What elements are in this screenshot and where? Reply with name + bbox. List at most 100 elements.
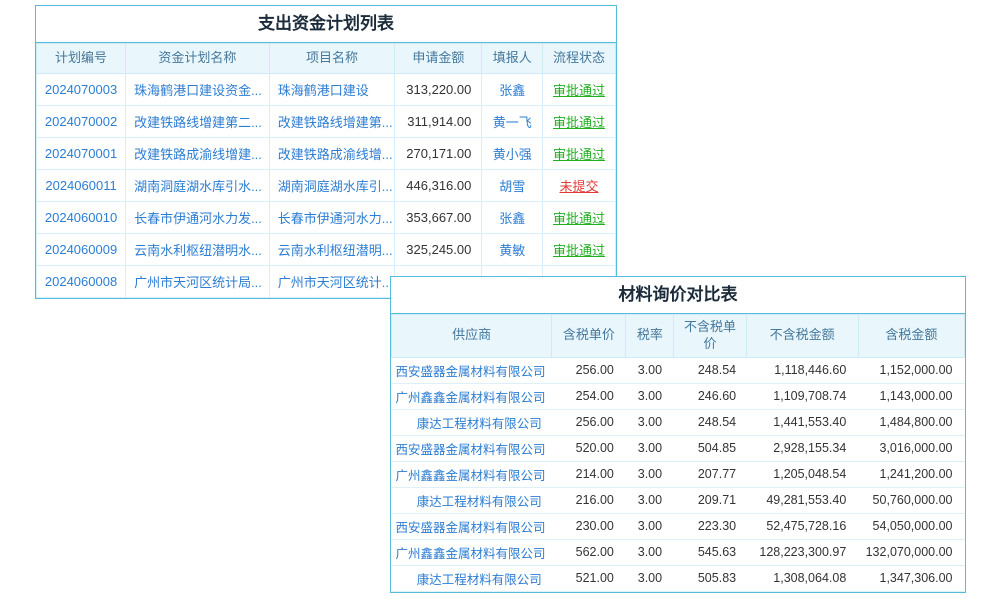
expense-plan-cell-project[interactable]: 湖南洞庭湖水库引... (269, 170, 395, 202)
material-quote-row: 广州鑫鑫金属材料有限公司254.003.00246.601,109,708.74… (392, 383, 965, 409)
material-quote-cell-amount_no_tax: 1,118,446.60 (746, 357, 858, 383)
expense-plan-table: 计划编号资金计划名称项目名称申请金额填报人流程状态 2024070003珠海鹤港… (36, 43, 616, 298)
expense-plan-row: 2024070001改建铁路成渝线增建...改建铁路成渝线增...270,171… (37, 138, 616, 170)
expense-plan-cell-project[interactable]: 云南水利枢纽潜明... (269, 234, 395, 266)
expense-plan-cell-status[interactable]: 审批通过 (543, 234, 616, 266)
expense-plan-cell-project[interactable]: 珠海鹤港口建设 (269, 74, 395, 106)
expense-plan-col-status: 流程状态 (543, 44, 616, 74)
material-quote-cell-supplier[interactable]: 康达工程材料有限公司 (392, 409, 552, 435)
expense-plan-cell-id[interactable]: 2024060008 (37, 266, 126, 298)
material-quote-cell-price_no_tax: 209.71 (674, 487, 746, 513)
expense-plan-cell-id[interactable]: 2024060010 (37, 202, 126, 234)
material-quote-cell-amount_tax: 1,143,000.00 (858, 383, 964, 409)
material-quote-header-row: 供应商含税单价税率不含税单价不含税金额含税金额 (392, 315, 965, 358)
expense-plan-cell-status[interactable]: 审批通过 (543, 202, 616, 234)
material-quote-row: 西安盛器金属材料有限公司520.003.00504.852,928,155.34… (392, 435, 965, 461)
material-quote-cell-price_tax: 520.00 (552, 435, 626, 461)
expense-plan-cell-amount: 325,245.00 (395, 234, 482, 266)
expense-plan-cell-plan[interactable]: 广州市天河区统计局... (126, 266, 270, 298)
material-quote-col-price_tax: 含税单价 (552, 315, 626, 358)
expense-plan-cell-id[interactable]: 2024070001 (37, 138, 126, 170)
material-quote-cell-price_tax: 214.00 (552, 461, 626, 487)
expense-plan-cell-person[interactable]: 黄一飞 (482, 106, 543, 138)
material-quote-cell-price_tax: 256.00 (552, 409, 626, 435)
material-quote-cell-amount_tax: 3,016,000.00 (858, 435, 964, 461)
material-quote-cell-tax_rate: 3.00 (626, 487, 674, 513)
material-quote-cell-supplier[interactable]: 广州鑫鑫金属材料有限公司 (392, 539, 552, 565)
expense-plan-cell-project[interactable]: 长春市伊通河水力... (269, 202, 395, 234)
material-quote-cell-supplier[interactable]: 西安盛器金属材料有限公司 (392, 513, 552, 539)
expense-plan-cell-plan[interactable]: 长春市伊通河水力发... (126, 202, 270, 234)
material-quote-cell-amount_tax: 1,241,200.00 (858, 461, 964, 487)
material-quote-cell-price_no_tax: 207.77 (674, 461, 746, 487)
material-quote-cell-amount_no_tax: 49,281,553.40 (746, 487, 858, 513)
material-quote-cell-tax_rate: 3.00 (626, 435, 674, 461)
expense-plan-cell-id[interactable]: 2024070002 (37, 106, 126, 138)
material-quote-cell-price_no_tax: 246.60 (674, 383, 746, 409)
expense-plan-row: 2024060009云南水利枢纽潜明水...云南水利枢纽潜明...325,245… (37, 234, 616, 266)
expense-plan-cell-status[interactable]: 审批通过 (543, 74, 616, 106)
material-quote-col-price_no_tax: 不含税单价 (674, 315, 746, 358)
material-quote-cell-supplier[interactable]: 西安盛器金属材料有限公司 (392, 435, 552, 461)
material-quote-cell-tax_rate: 3.00 (626, 383, 674, 409)
expense-plan-cell-person[interactable]: 张鑫 (482, 74, 543, 106)
material-quote-cell-amount_no_tax: 1,205,048.54 (746, 461, 858, 487)
expense-plan-cell-person[interactable]: 黄敏 (482, 234, 543, 266)
expense-plan-row: 2024070003珠海鹤港口建设资金...珠海鹤港口建设313,220.00张… (37, 74, 616, 106)
material-quote-cell-supplier[interactable]: 西安盛器金属材料有限公司 (392, 357, 552, 383)
material-quote-row: 广州鑫鑫金属材料有限公司562.003.00545.63128,223,300.… (392, 539, 965, 565)
expense-plan-cell-id[interactable]: 2024070003 (37, 74, 126, 106)
material-quote-row: 康达工程材料有限公司216.003.00209.7149,281,553.405… (392, 487, 965, 513)
material-quote-cell-tax_rate: 3.00 (626, 357, 674, 383)
material-quote-cell-price_tax: 521.00 (552, 565, 626, 591)
expense-plan-col-plan: 资金计划名称 (126, 44, 270, 74)
expense-plan-cell-status[interactable]: 未提交 (543, 170, 616, 202)
expense-plan-cell-plan[interactable]: 改建铁路线增建第二... (126, 106, 270, 138)
material-quote-row: 康达工程材料有限公司256.003.00248.541,441,553.401,… (392, 409, 965, 435)
expense-plan-cell-project[interactable]: 改建铁路成渝线增... (269, 138, 395, 170)
material-quote-cell-supplier[interactable]: 广州鑫鑫金属材料有限公司 (392, 461, 552, 487)
material-quote-cell-supplier[interactable]: 广州鑫鑫金属材料有限公司 (392, 383, 552, 409)
expense-plan-cell-person[interactable]: 胡雪 (482, 170, 543, 202)
material-quote-cell-price_no_tax: 223.30 (674, 513, 746, 539)
expense-plan-cell-plan[interactable]: 湖南洞庭湖水库引水... (126, 170, 270, 202)
expense-plan-cell-project[interactable]: 改建铁路线增建第... (269, 106, 395, 138)
material-quote-row: 西安盛器金属材料有限公司230.003.00223.3052,475,728.1… (392, 513, 965, 539)
expense-plan-cell-project[interactable]: 广州市天河区统计... (269, 266, 395, 298)
expense-plan-header-row: 计划编号资金计划名称项目名称申请金额填报人流程状态 (37, 44, 616, 74)
expense-plan-cell-id[interactable]: 2024060011 (37, 170, 126, 202)
material-quote-title: 材料询价对比表 (391, 277, 965, 314)
material-quote-table: 供应商含税单价税率不含税单价不含税金额含税金额 西安盛器金属材料有限公司256.… (391, 314, 965, 592)
expense-plan-cell-id[interactable]: 2024060009 (37, 234, 126, 266)
material-quote-cell-amount_no_tax: 128,223,300.97 (746, 539, 858, 565)
material-quote-cell-price_no_tax: 504.85 (674, 435, 746, 461)
expense-plan-row: 2024070002改建铁路线增建第二...改建铁路线增建第...311,914… (37, 106, 616, 138)
material-quote-cell-price_no_tax: 248.54 (674, 409, 746, 435)
material-quote-cell-tax_rate: 3.00 (626, 513, 674, 539)
expense-plan-cell-person[interactable]: 张鑫 (482, 202, 543, 234)
page: { "expense_plan": { "title": "支出资金计划列表",… (0, 0, 1000, 600)
expense-plan-cell-plan[interactable]: 云南水利枢纽潜明水... (126, 234, 270, 266)
expense-plan-cell-status[interactable]: 审批通过 (543, 138, 616, 170)
expense-plan-title: 支出资金计划列表 (36, 6, 616, 43)
expense-plan-cell-amount: 313,220.00 (395, 74, 482, 106)
expense-plan-cell-amount: 311,914.00 (395, 106, 482, 138)
material-quote-cell-amount_tax: 132,070,000.00 (858, 539, 964, 565)
material-quote-cell-amount_tax: 54,050,000.00 (858, 513, 964, 539)
material-quote-cell-supplier[interactable]: 康达工程材料有限公司 (392, 487, 552, 513)
material-quote-cell-supplier[interactable]: 康达工程材料有限公司 (392, 565, 552, 591)
material-quote-row: 西安盛器金属材料有限公司256.003.00248.541,118,446.60… (392, 357, 965, 383)
material-quote-col-amount_no_tax: 不含税金额 (746, 315, 858, 358)
expense-plan-row: 2024060011湖南洞庭湖水库引水...湖南洞庭湖水库引...446,316… (37, 170, 616, 202)
material-quote-cell-amount_tax: 1,152,000.00 (858, 357, 964, 383)
material-quote-panel: 材料询价对比表 供应商含税单价税率不含税单价不含税金额含税金额 西安盛器金属材料… (390, 276, 966, 593)
expense-plan-cell-person[interactable]: 黄小强 (482, 138, 543, 170)
material-quote-cell-price_no_tax: 505.83 (674, 565, 746, 591)
expense-plan-cell-plan[interactable]: 改建铁路成渝线增建... (126, 138, 270, 170)
material-quote-cell-amount_tax: 1,347,306.00 (858, 565, 964, 591)
expense-plan-cell-status[interactable]: 审批通过 (543, 106, 616, 138)
material-quote-cell-amount_no_tax: 1,308,064.08 (746, 565, 858, 591)
material-quote-col-supplier: 供应商 (392, 315, 552, 358)
expense-plan-cell-plan[interactable]: 珠海鹤港口建设资金... (126, 74, 270, 106)
material-quote-cell-price_tax: 254.00 (552, 383, 626, 409)
